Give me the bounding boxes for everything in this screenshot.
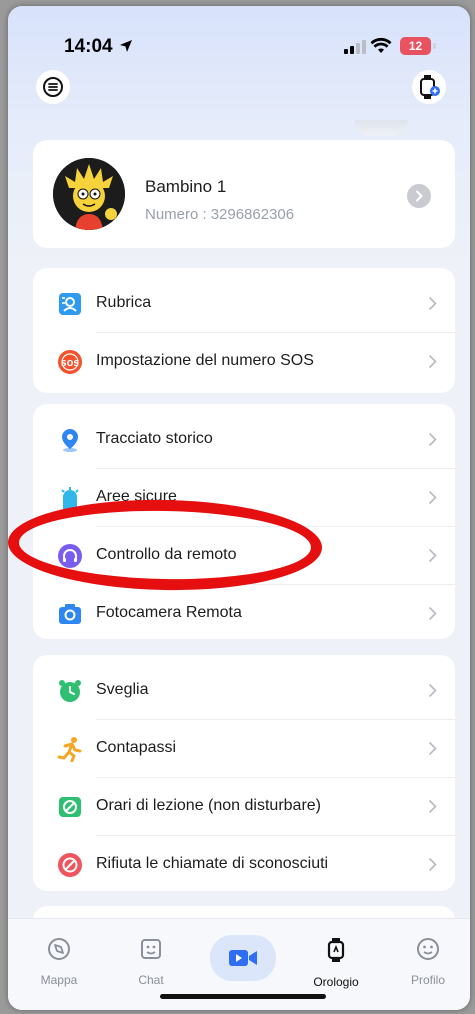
chevron-right-icon bbox=[428, 432, 437, 447]
contacts-icon bbox=[57, 291, 83, 317]
location-pin-icon bbox=[57, 427, 83, 453]
app-screen: 14:04 12 Bambino 1 Numero: 3296862306 R… bbox=[8, 6, 470, 1010]
chevron-right-icon bbox=[428, 606, 437, 621]
menu-group-contacts: Rubrica SOS Impostazione del numero SOS bbox=[33, 268, 455, 393]
avatar bbox=[53, 158, 125, 230]
chevron-right-icon bbox=[428, 741, 437, 756]
chevron-right-icon bbox=[428, 857, 437, 872]
menu-item-contapassi[interactable]: Contapassi bbox=[33, 719, 455, 777]
menu-label: Controllo da remoto bbox=[96, 546, 237, 563]
menu-button[interactable] bbox=[36, 70, 70, 104]
add-watch-icon bbox=[420, 75, 440, 99]
alarm-clock-icon bbox=[57, 678, 83, 704]
camera-icon bbox=[57, 601, 83, 627]
tab-label: Chat bbox=[138, 973, 164, 987]
chevron-right-icon bbox=[428, 296, 437, 311]
chat-icon bbox=[141, 939, 161, 959]
tab-video-call[interactable] bbox=[210, 935, 276, 981]
tab-label: Orologio bbox=[313, 975, 359, 989]
svg-text:SOS: SOS bbox=[61, 359, 80, 368]
tab-label: Mappa bbox=[40, 973, 78, 987]
location-arrow-icon bbox=[120, 40, 132, 52]
status-bar: 14:04 12 bbox=[8, 6, 470, 76]
sos-icon: SOS bbox=[57, 349, 83, 375]
battery-level: 12 bbox=[408, 39, 423, 53]
tab-mappa[interactable]: Mappa bbox=[24, 937, 94, 987]
video-call-icon bbox=[229, 950, 257, 966]
pedometer-icon bbox=[57, 736, 83, 762]
number-value: 3296862306 bbox=[210, 206, 295, 223]
child-name: Bambino 1 bbox=[145, 177, 227, 196]
menu-item-rubrica[interactable]: Rubrica bbox=[33, 274, 455, 332]
chevron-right-icon bbox=[428, 548, 437, 563]
cellular-signal-icon bbox=[344, 40, 366, 54]
battery-indicator: 12 bbox=[400, 37, 431, 55]
status-time: 14:04 bbox=[64, 36, 113, 57]
menu-item-orari-lezione[interactable]: Orari di lezione (non disturbare) bbox=[33, 777, 455, 835]
menu-item-controllo-remoto[interactable]: Controllo da remoto bbox=[33, 526, 455, 584]
menu-icon bbox=[43, 77, 63, 97]
battery-tip bbox=[433, 43, 436, 49]
menu-label: Rifiuta le chiamate di sconosciuti bbox=[96, 855, 329, 872]
menu-item-aree-sicure[interactable]: Aree sicure bbox=[33, 468, 455, 526]
tab-profilo[interactable]: Profilo bbox=[393, 937, 463, 987]
do-not-disturb-icon bbox=[57, 794, 83, 820]
menu-label: Sveglia bbox=[96, 681, 149, 698]
menu-label: Aree sicure bbox=[96, 488, 177, 505]
menu-item-fotocamera[interactable]: Fotocamera Remota bbox=[33, 584, 455, 642]
pull-tab[interactable] bbox=[354, 120, 408, 136]
compass-icon bbox=[48, 938, 70, 960]
chevron-right-icon bbox=[428, 799, 437, 814]
menu-item-rifiuta-chiamate[interactable]: Rifiuta le chiamate di sconosciuti bbox=[33, 835, 455, 893]
profile-detail-button[interactable] bbox=[407, 184, 431, 208]
menu-label: Orari di lezione (non disturbare) bbox=[96, 797, 321, 814]
child-profile-card[interactable]: Bambino 1 Numero : 3296862306 bbox=[33, 140, 455, 248]
tab-chat[interactable]: Chat bbox=[116, 937, 186, 987]
number-label: Numero : bbox=[145, 206, 207, 223]
menu-item-sos[interactable]: SOS Impostazione del numero SOS bbox=[33, 332, 455, 390]
safe-area-icon bbox=[57, 485, 83, 511]
wifi-icon bbox=[370, 37, 392, 53]
block-calls-icon bbox=[57, 852, 83, 878]
avatar-image bbox=[53, 158, 125, 230]
tab-label: Profilo bbox=[410, 973, 445, 987]
watch-icon bbox=[327, 938, 345, 962]
menu-group-location: Tracciato storico Aree sicure Controllo … bbox=[33, 404, 455, 639]
chevron-right-icon bbox=[428, 683, 437, 698]
chevron-right-icon bbox=[428, 354, 437, 369]
menu-label: Rubrica bbox=[96, 294, 152, 311]
menu-group-settings: Sveglia Contapassi Orari di lezione (non… bbox=[33, 655, 455, 891]
add-watch-button[interactable] bbox=[412, 70, 446, 104]
menu-label: Tracciato storico bbox=[96, 430, 213, 447]
smiley-icon bbox=[417, 938, 439, 960]
child-number: Numero : 3296862306 bbox=[145, 206, 294, 223]
menu-label: Impostazione del numero SOS bbox=[96, 352, 314, 369]
chevron-right-icon bbox=[428, 490, 437, 505]
tab-orologio[interactable]: Orologio bbox=[301, 937, 371, 989]
home-indicator[interactable] bbox=[160, 994, 326, 999]
menu-label: Contapassi bbox=[96, 739, 177, 756]
menu-item-tracciato[interactable]: Tracciato storico bbox=[33, 410, 455, 468]
menu-label: Fotocamera Remota bbox=[96, 604, 242, 621]
remote-listen-icon bbox=[57, 543, 83, 569]
chevron-right-icon bbox=[416, 190, 423, 202]
menu-item-sveglia[interactable]: Sveglia bbox=[33, 661, 455, 719]
